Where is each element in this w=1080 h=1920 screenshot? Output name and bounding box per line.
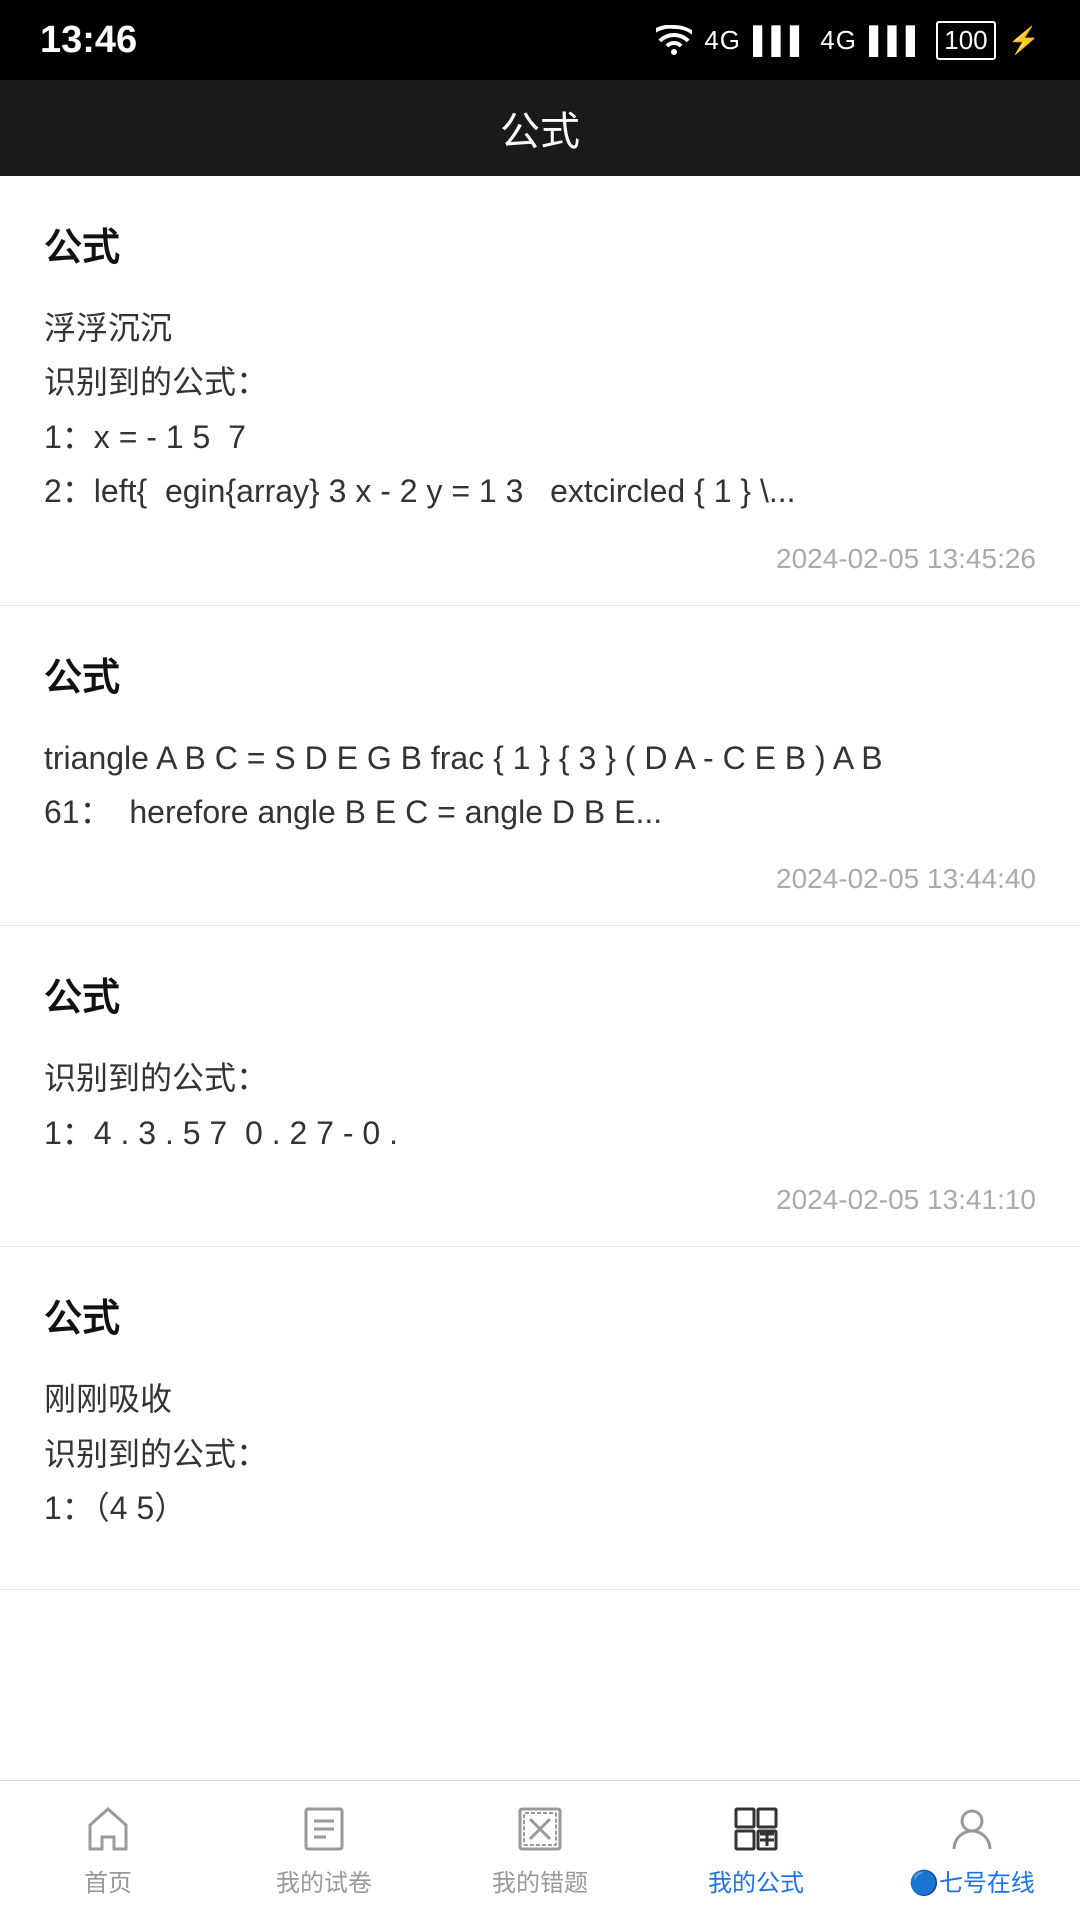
card-3-body: 识别到的公式： 1：4 . 3 . 5 7 0 . 2 7 - 0 . [44,1051,1036,1160]
formulas-icon [730,1803,782,1855]
nav-label-papers: 我的试卷 [276,1863,372,1898]
formula-card-3[interactable]: 公式 识别到的公式： 1：4 . 3 . 5 7 0 . 2 7 - 0 . 2… [0,926,1080,1247]
card-4-title: 公式 [44,1287,1036,1342]
papers-icon [298,1803,350,1855]
card-2-time: 2024-02-05 13:44:40 [44,863,1036,895]
bottom-nav: 首页 我的试卷 我的错题 我的公式 [0,1780,1080,1920]
card-2-body: triangle A B C = S D E G B frac { 1 } { … [44,731,1036,840]
signal-4g-2: 4G [820,25,857,56]
formula-card-1[interactable]: 公式 浮浮沉沉 识别到的公式： 1：x = - 1 5 7 2：left{ eg… [0,176,1080,606]
card-4-body: 刚刚吸收 识别到的公式： 1：（4 5） [44,1372,1036,1535]
nav-item-papers[interactable]: 我的试卷 [216,1803,432,1898]
battery-icon: 100 [936,21,995,60]
formula-card-4[interactable]: 公式 刚刚吸收 识别到的公式： 1：（4 5） [0,1247,1080,1590]
card-1-time: 2024-02-05 13:45:26 [44,543,1036,575]
content-area: 公式 浮浮沉沉 识别到的公式： 1：x = - 1 5 7 2：left{ eg… [0,176,1080,1780]
card-1-title: 公式 [44,216,1036,271]
nav-label-home: 首页 [84,1863,132,1898]
battery-charging: ⚡ [1008,25,1040,56]
nav-label-formulas: 我的公式 [708,1863,804,1898]
signal-bars-2: ▌▌▌ [869,25,924,56]
user-icon [946,1803,998,1855]
status-icons: 4G ▌▌▌ 4G ▌▌▌ 100 ⚡ [656,21,1040,60]
signal-4g-1: 4G [704,25,741,56]
nav-label-online: 🔵七号在线 [909,1863,1035,1898]
card-2-title: 公式 [44,646,1036,701]
nav-item-online[interactable]: 🔵七号在线 [864,1803,1080,1898]
nav-bar: 公式 [0,80,1080,176]
signal-bars-1: ▌▌▌ [753,25,808,56]
wifi-icon [656,25,692,55]
card-3-time: 2024-02-05 13:41:10 [44,1184,1036,1216]
nav-item-errors[interactable]: 我的错题 [432,1803,648,1898]
card-1-body: 浮浮沉沉 识别到的公式： 1：x = - 1 5 7 2：left{ egin{… [44,301,1036,519]
nav-item-home[interactable]: 首页 [0,1803,216,1898]
errors-icon [514,1803,566,1855]
nav-item-formulas[interactable]: 我的公式 [648,1803,864,1898]
formula-card-2[interactable]: 公式 triangle A B C = S D E G B frac { 1 }… [0,606,1080,927]
nav-title: 公式 [500,99,580,157]
home-icon [82,1803,134,1855]
status-bar: 13:46 4G ▌▌▌ 4G ▌▌▌ 100 ⚡ [0,0,1080,80]
nav-label-errors: 我的错题 [492,1863,588,1898]
status-time: 13:46 [40,19,137,62]
card-3-title: 公式 [44,966,1036,1021]
